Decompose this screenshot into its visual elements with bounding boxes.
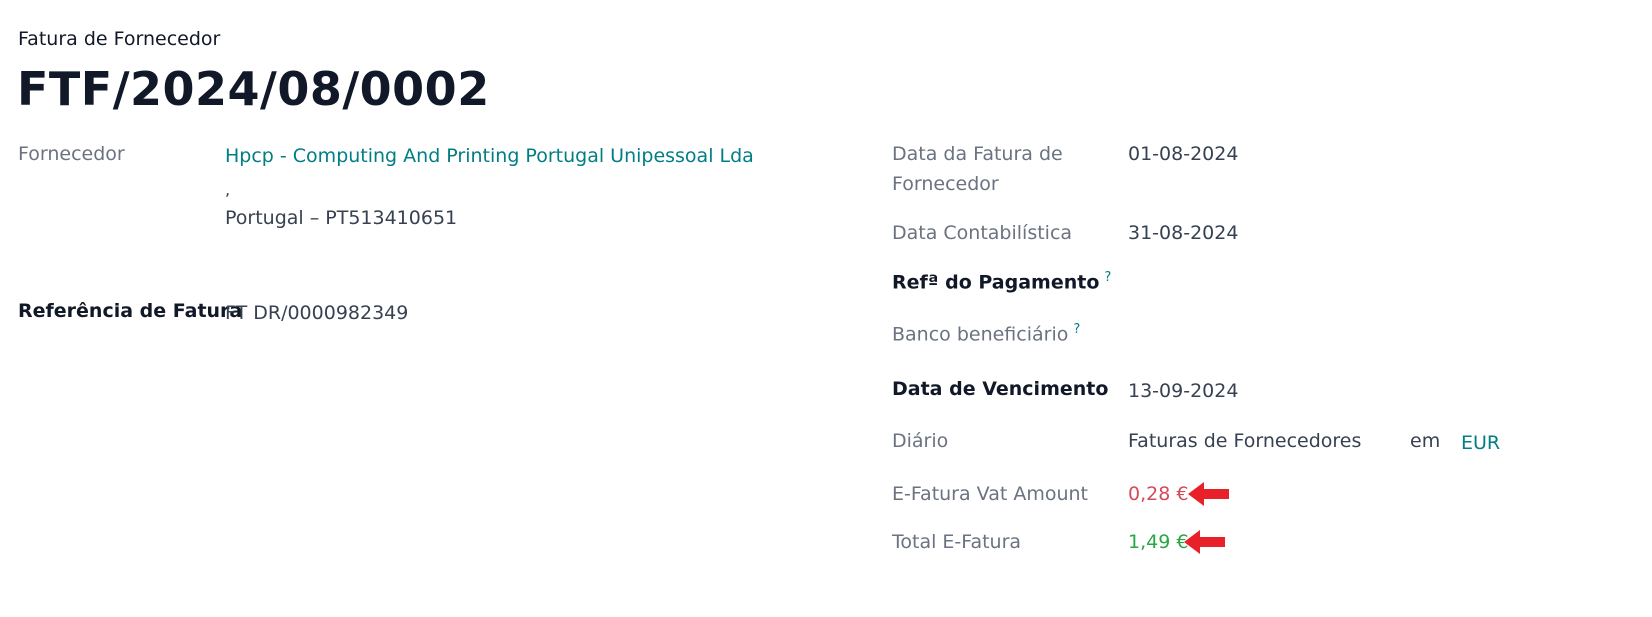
payment-reference-label: Refª do Pagamento? <box>892 270 1111 293</box>
document-number-title: FTF/2024/08/0002 <box>17 62 490 116</box>
due-date-field[interactable]: 13-09-2024 <box>1128 380 1238 402</box>
accounting-date-label: Data Contabilística <box>892 222 1073 244</box>
vendor-label: Fornecedor <box>18 143 125 165</box>
help-tooltip-icon[interactable]: ? <box>1073 322 1080 337</box>
help-tooltip-icon[interactable]: ? <box>1104 270 1111 285</box>
accounting-date-field[interactable]: 31-08-2024 <box>1128 222 1238 244</box>
bill-reference-label: Referência de Fatura <box>18 300 243 322</box>
efatura-vat-amount-value: 0,28 € <box>1128 483 1189 505</box>
document-type-label: Fatura de Fornecedor <box>18 28 221 50</box>
journal-field[interactable]: Faturas de Fornecedores <box>1128 430 1361 452</box>
bill-reference-field[interactable]: FT DR/0000982349 <box>225 302 408 324</box>
recipient-bank-label-text: Banco beneficiário <box>892 323 1069 346</box>
due-date-label: Data de Vencimento <box>892 378 1109 400</box>
red-arrow-left-icon <box>1188 482 1229 506</box>
vendor-address-comma: , <box>225 180 231 199</box>
efatura-total-label: Total E-Fatura <box>892 531 1022 553</box>
recipient-bank-label: Banco beneficiário? <box>892 322 1080 345</box>
journal-label: Diário <box>892 430 949 452</box>
efatura-vat-amount-label: E-Fatura Vat Amount <box>892 483 1088 505</box>
bill-date-label-line1: Data da Fatura de <box>892 143 1063 165</box>
vendor-country-vat: Portugal – PT513410651 <box>225 207 458 229</box>
vendor-link[interactable]: Hpcp - Computing And Printing Portugal U… <box>225 145 754 167</box>
payment-reference-label-text: Refª do Pagamento <box>892 271 1100 294</box>
currency-link[interactable]: EUR <box>1461 432 1500 454</box>
efatura-total-value: 1,49 € <box>1128 531 1189 553</box>
bill-date-label-line2: Fornecedor <box>892 173 999 195</box>
journal-currency-in: em <box>1410 430 1441 452</box>
red-arrow-left-icon <box>1184 530 1225 554</box>
bill-date-field[interactable]: 01-08-2024 <box>1128 143 1238 165</box>
